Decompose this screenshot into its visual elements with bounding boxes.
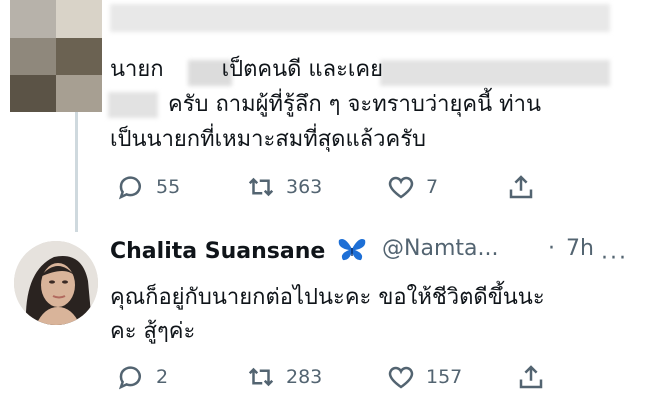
share-button[interactable] <box>516 362 546 392</box>
share-icon <box>519 365 543 389</box>
heart-icon <box>388 176 414 199</box>
butterfly-icon <box>338 239 366 261</box>
retweet-count: 363 <box>286 176 323 198</box>
reply-count: 55 <box>156 176 181 198</box>
profile-photo <box>14 241 98 325</box>
censored-text <box>108 92 158 118</box>
retweet-count: 283 <box>286 366 323 388</box>
heart-icon <box>388 366 414 389</box>
reply-icon <box>118 176 141 200</box>
reply-button[interactable]: 2 <box>116 362 246 392</box>
avatar[interactable] <box>14 241 98 325</box>
separator-dot: · <box>548 236 555 261</box>
tweet-text-line: ครับ ถามผู้ที่รู้ลึก ๆ จะทราบว่ายุคนี้ ท… <box>168 92 542 117</box>
retweet-icon <box>248 367 274 387</box>
tweet-text-fragment: เป็ตคนดี และเคย <box>221 57 384 82</box>
censored-header <box>110 4 610 32</box>
like-count: 157 <box>426 366 463 388</box>
censored-avatar <box>10 0 102 112</box>
more-options-icon[interactable]: ··· <box>601 246 628 271</box>
retweet-button[interactable]: 363 <box>246 172 386 202</box>
tweet-text-line: นายก เป็ตคนดี และเคย <box>110 51 383 89</box>
retweet-icon <box>248 177 274 197</box>
tweet-text-line: คะ สู้ๆค่ะ <box>110 319 196 344</box>
retweet-button[interactable]: 283 <box>246 362 386 392</box>
tweet-text-line: คุณก็อยู่กับนายกต่อไปนะคะ ขอให้ชีวิตดีขึ… <box>110 285 545 310</box>
user-handle[interactable]: @Namta... <box>382 236 498 261</box>
reply-icon <box>118 366 141 390</box>
tweet-timestamp[interactable]: 7h <box>566 236 594 261</box>
like-button[interactable]: 7 <box>386 172 506 202</box>
like-count: 7 <box>426 176 439 198</box>
tweet-actions: 2 283 157 <box>116 362 546 392</box>
censored-text <box>380 60 610 86</box>
share-icon <box>509 175 533 199</box>
reply-button[interactable]: 55 <box>116 172 246 202</box>
like-button[interactable]: 157 <box>386 362 516 392</box>
display-name-text: Chalita Suansane <box>110 239 326 264</box>
thread-line <box>75 112 78 232</box>
display-name[interactable]: Chalita Suansane <box>110 236 367 264</box>
tweet-text-fragment: นายก <box>110 57 164 82</box>
reply-count: 2 <box>156 366 169 388</box>
share-button[interactable] <box>506 172 536 202</box>
tweet-actions: 55 363 7 <box>116 172 536 202</box>
tweet-text-line: เป็นนายกที่เหมาะสมที่สุดแล้วครับ <box>110 127 426 152</box>
